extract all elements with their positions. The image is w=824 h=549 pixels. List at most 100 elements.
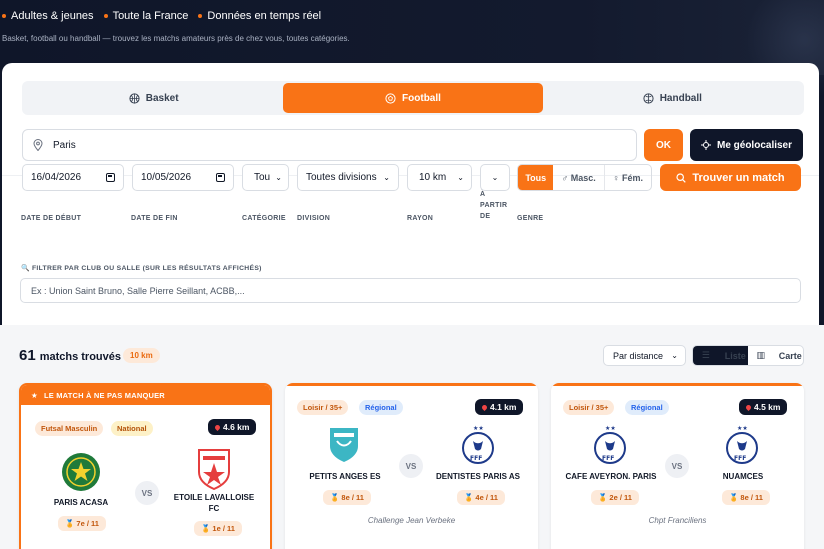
hero-tag: Toute la France (103, 10, 188, 22)
view-list-button[interactable]: ☰ Liste (693, 346, 748, 365)
from-label: À partir de (480, 191, 508, 220)
football-icon (385, 92, 396, 104)
results-count: 61 matchs trouvés (19, 347, 121, 364)
card-accent-line (551, 383, 804, 386)
match-card-featured[interactable]: ★ LE MATCH À NE PAS MANQUER Futsal Mascul… (19, 383, 272, 549)
pin-icon (480, 403, 489, 411)
svg-text:FFF: FFF (470, 455, 482, 462)
vs-badge: VS (135, 481, 159, 505)
sort-select[interactable]: Par distance ⌄ (603, 345, 686, 366)
home-team-rank: 🏅 2e / 11 (591, 490, 639, 505)
location-pin-icon (33, 139, 43, 151)
view-map-button[interactable]: ▥ Carte (748, 346, 803, 365)
city-search-field[interactable] (22, 129, 637, 161)
home-team-rank: 🏅 8e / 11 (323, 490, 371, 505)
distance-badge: 4.6 km (208, 419, 257, 435)
away-team-name: NUAMCES (722, 472, 764, 481)
view-toggle: ☰ Liste ▥ Carte (692, 345, 804, 366)
hero-tags: Adultes & jeunes Toute la France Données… (2, 10, 321, 22)
away-team-rank: 🏅 8e / 11 (722, 490, 770, 505)
vs-badge: VS (399, 454, 423, 478)
sport-selector: Basket Football Handball (22, 81, 804, 115)
competition-name: Challenge Jean Verbeke (367, 516, 456, 525)
level-tag: National (111, 421, 153, 436)
club-filter-field[interactable] (20, 278, 801, 303)
radius-select[interactable]: 10 km ⌄ (407, 164, 472, 191)
dot-icon (2, 14, 6, 18)
geolocate-button[interactable]: Me géolocaliser (690, 129, 803, 161)
genre-male-button[interactable]: ♂ Masc. (553, 165, 605, 190)
home-team-name: PETITS ANGES ES (309, 472, 381, 481)
pin-icon (213, 423, 222, 431)
distance-badge: 4.1 km (475, 399, 524, 415)
division-select[interactable]: Toutes divisions ⌄ (297, 164, 399, 191)
pin-icon (744, 403, 753, 411)
city-input[interactable] (53, 139, 613, 151)
hero-tag: Données en temps réel (198, 10, 321, 22)
sport-tab-handball[interactable]: Handball (543, 83, 802, 113)
results-section: 61 matchs trouvés 10 km Par distance ⌄ ☰ L… (0, 325, 824, 549)
away-team-rank: 🏅 4e / 11 (457, 490, 505, 505)
chevron-down-icon: ⌄ (491, 173, 499, 182)
competition-name: Chpt Franciliens (648, 516, 707, 525)
calendar-icon (216, 173, 225, 182)
svg-text:★★: ★★ (605, 425, 616, 432)
calendar-icon (106, 173, 115, 182)
ok-button[interactable]: OK (644, 129, 683, 161)
chevron-down-icon: ⌄ (671, 351, 678, 360)
category-select[interactable]: Tou ⌄ (242, 164, 289, 191)
distance-badge: 4.5 km (739, 399, 788, 415)
team-logo-home (330, 428, 358, 462)
find-match-button[interactable]: Trouver un match (660, 164, 801, 191)
svg-text:FFF: FFF (734, 455, 746, 462)
sport-tab-football[interactable]: Football (283, 83, 543, 113)
level-tag: Régional (625, 400, 669, 415)
category-label: Catégorie (242, 215, 286, 222)
away-team-name: DENTISTES PARIS AS (435, 472, 520, 481)
card-accent-line (285, 383, 538, 386)
team-logo-home (62, 453, 100, 491)
svg-text:FFF: FFF (602, 455, 614, 462)
list-icon: ☰ (701, 350, 710, 360)
chevron-down-icon: ⌄ (275, 173, 282, 182)
end-date-label: Date de fin (131, 215, 178, 222)
fff-logo-icon: ★★ FFF (594, 425, 626, 464)
from-select[interactable]: ⌄ (480, 164, 510, 191)
genre-female-button[interactable]: ♀ Fém. (605, 165, 651, 190)
featured-banner: ★ LE MATCH À NE PAS MANQUER (21, 385, 270, 405)
end-date-input[interactable]: 10/05/2026 (132, 164, 234, 191)
division-label: Division (297, 215, 331, 222)
crosshair-icon (700, 140, 711, 150)
basketball-icon (129, 92, 140, 104)
dot-icon (103, 14, 108, 18)
chevron-down-icon: ⌄ (457, 173, 464, 182)
club-filter-label: 🔍 Filtrer par club ou salle (sur les rés… (21, 265, 262, 272)
genre-label: Genre (517, 215, 544, 222)
map-icon: ▥ (756, 350, 765, 360)
start-date-label: Date de début (21, 215, 82, 222)
category-tag: Loisir / 35+ (563, 400, 615, 415)
star-icon: ★ (31, 390, 38, 400)
svg-text:★★: ★★ (737, 425, 748, 432)
genre-all-button[interactable]: Tous (518, 165, 554, 190)
away-team-rank: 🏅 1e / 11 (194, 521, 242, 536)
sport-tab-basket[interactable]: Basket (24, 83, 283, 113)
fff-logo-icon: ★★ FFF (726, 425, 758, 464)
radius-label: Rayon (407, 215, 434, 222)
club-filter-input[interactable] (31, 285, 791, 296)
category-tag: Futsal Masculin (35, 421, 104, 436)
match-card[interactable]: Loisir / 35+ Régional 4.5 km ★★ FFF CAFE… (551, 383, 804, 549)
start-date-input[interactable]: 16/04/2026 (22, 164, 124, 191)
away-team-name: ETOILE LAVALLOISE FC (173, 493, 255, 513)
level-tag: Régional (359, 400, 403, 415)
radius-badge: 10 km (123, 348, 160, 363)
handball-icon (643, 92, 654, 104)
chevron-down-icon: ⌄ (383, 173, 390, 182)
home-team-name: PARIS ACASA (53, 498, 109, 507)
search-icon (676, 172, 687, 183)
match-card[interactable]: Loisir / 35+ Régional 4.1 km PETITS ANGE… (285, 383, 538, 549)
category-tag: Loisir / 35+ (297, 400, 349, 415)
genre-toggle: Tous ♂ Masc. ♀ Fém. (517, 164, 652, 191)
home-team-name: CAFE AVEYRON. PARIS (565, 472, 657, 481)
fff-logo-icon: ★★ FFF (462, 425, 494, 464)
